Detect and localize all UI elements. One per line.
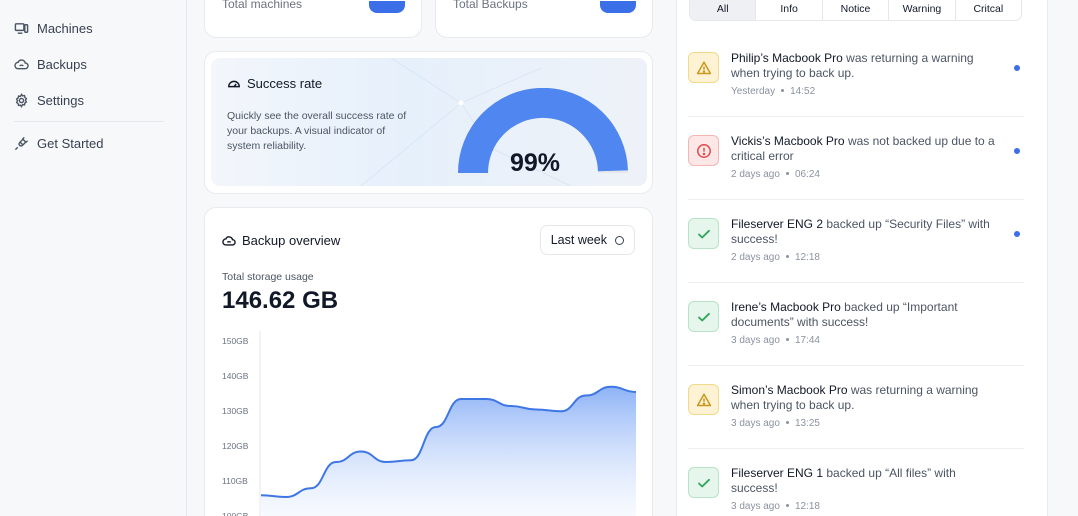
success-rate-value: 99% [510, 149, 561, 177]
backup-overview-card: Backup overview Last week Total storage … [204, 207, 653, 516]
unread-indicator [1014, 231, 1020, 237]
success-rate-description: Quickly see the overall success rate of … [227, 110, 407, 152]
cloud-sync-icon [222, 235, 236, 246]
separator-dot [781, 88, 785, 92]
activity-message: Simon’s Macbook Pro was returning a warn… [731, 383, 996, 413]
activity-date: Yesterday [731, 86, 776, 97]
activity-timestamp: 3 days ago 17:44 [731, 335, 820, 346]
unread-indicator [1014, 148, 1020, 154]
sidebar-divider [14, 121, 164, 122]
activity-filter-tabs: All Info Notice Warning Critcal [689, 0, 1022, 21]
sidebar-item-label: Backups [37, 56, 87, 72]
activity-date: 2 days ago [731, 169, 780, 180]
warning-icon [688, 384, 719, 415]
plug-icon [14, 136, 29, 150]
activity-divider [688, 116, 1024, 117]
sidebar-item-label: Settings [37, 92, 84, 108]
machines-icon [14, 22, 29, 34]
activity-message: Vickis’s Macbook Pro was not backed up d… [731, 134, 996, 164]
sidebar-item-backups[interactable]: Backups [14, 53, 87, 75]
separator-dot [785, 420, 789, 424]
activity-date: 3 days ago [731, 335, 780, 346]
activity-timestamp: 3 days ago 13:25 [731, 418, 820, 429]
tab-notice[interactable]: Notice [823, 0, 890, 20]
check-icon [688, 218, 719, 249]
activity-date: 2 days ago [731, 252, 780, 263]
activity-message: Irene’s Macbook Pro backed up “Important… [731, 300, 996, 330]
speedometer-icon [228, 80, 240, 87]
stat-label: Total machines [222, 0, 303, 11]
separator-dot [785, 254, 789, 258]
sidebar-item-machines[interactable]: Machines [14, 17, 93, 39]
stat-action-button[interactable] [369, 1, 405, 13]
activity-message: Fileserver ENG 1 backed up “All files” w… [731, 466, 996, 496]
activity-time: 12:18 [794, 252, 820, 263]
backup-overview-title: Backup overview [222, 233, 340, 248]
activity-time: 13:25 [794, 418, 820, 429]
activity-subject: Fileserver ENG 2 [731, 217, 824, 231]
cloud-icon [14, 58, 29, 69]
tab-warning[interactable]: Warning [889, 0, 956, 20]
main-content: Total machines Total Backups Success rat… [187, 0, 668, 516]
activity-subject: Irene’s Macbook Pro [731, 300, 841, 314]
sidebar-item-settings[interactable]: Settings [14, 89, 84, 111]
area-fill [261, 386, 636, 516]
tab-info[interactable]: Info [756, 0, 823, 20]
activity-timestamp: Yesterday 14:52 [731, 86, 815, 97]
storage-area-chart [259, 331, 637, 516]
storage-label: Total storage usage [222, 271, 314, 283]
separator-dot [785, 171, 789, 175]
activity-date: 3 days ago [731, 501, 780, 512]
activity-message: Fileserver ENG 2 backed up “Security Fil… [731, 217, 996, 247]
stat-card-backups[interactable]: Total Backups [435, 0, 653, 38]
activity-time: 17:44 [794, 335, 820, 346]
separator-dot [785, 337, 789, 341]
activity-timestamp: 2 days ago 12:18 [731, 252, 820, 263]
unread-indicator [1014, 65, 1020, 71]
tab-all[interactable]: All [690, 0, 757, 20]
activity-timestamp: 2 days ago 06:24 [731, 169, 820, 180]
activity-message: Philip’s Macbook Pro was returning a war… [731, 51, 996, 81]
check-icon [688, 301, 719, 332]
warning-icon [688, 52, 719, 83]
error-icon [688, 135, 719, 166]
success-rate-card: Success rate Quickly see the overall suc… [204, 51, 653, 194]
activity-subject: Fileserver ENG 1 [731, 466, 824, 480]
activity-divider [688, 282, 1024, 283]
success-rate-panel: Success rate Quickly see the overall suc… [211, 58, 647, 186]
sidebar-item-label: Get Started [37, 135, 104, 151]
backup-overview-title-text: Backup overview [242, 233, 341, 248]
period-select-button[interactable]: Last week [539, 225, 635, 255]
activity-divider [688, 199, 1024, 200]
activity-timestamp: 3 days ago 12:18 [731, 501, 820, 512]
stat-action-button[interactable] [600, 1, 636, 13]
activity-time: 14:52 [790, 86, 816, 97]
activity-time: 06:24 [794, 169, 820, 180]
success-rate-title: Success rate [227, 76, 322, 91]
sidebar-item-label: Machines [37, 20, 93, 36]
tab-critical[interactable]: Critcal [956, 0, 1021, 20]
check-icon [688, 467, 719, 498]
activity-subject: Simon’s Macbook Pro [731, 383, 848, 397]
success-rate-title-text: Success rate [247, 76, 323, 91]
sidebar: Machines Backups Settings Get Started [0, 0, 187, 516]
stat-label: Total Backups [453, 0, 528, 11]
activity-divider [688, 365, 1024, 366]
activity-date: 3 days ago [731, 418, 780, 429]
activity-divider [688, 448, 1024, 449]
stat-card-machines[interactable]: Total machines [204, 0, 422, 38]
sidebar-item-get-started[interactable]: Get Started [14, 132, 103, 154]
separator-dot [785, 503, 789, 507]
storage-value: 146.62 GB [222, 287, 339, 314]
circle-icon [615, 235, 624, 245]
period-select-label: Last week [550, 233, 607, 247]
gear-icon [15, 92, 28, 108]
activity-subject: Philip’s Macbook Pro [731, 51, 843, 65]
activity-subject: Vickis’s Macbook Pro [731, 134, 845, 148]
activity-time: 12:18 [794, 501, 820, 512]
activity-panel: All Info Notice Warning Critcal Philip’s… [668, 0, 1078, 516]
